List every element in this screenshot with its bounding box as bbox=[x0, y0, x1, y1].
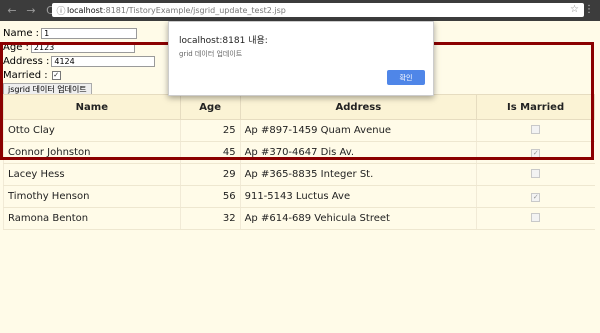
dialog-message: grid 데이터 업데이트 bbox=[179, 50, 243, 58]
married-cell-checkbox: ✓ bbox=[531, 193, 541, 202]
cell-name: Timothy Henson bbox=[3, 185, 181, 208]
cell-name: Ramona Benton bbox=[3, 207, 181, 230]
dialog-title: localhost:8181 내용: bbox=[179, 36, 268, 46]
browser-menu-icon[interactable]: ⋮ bbox=[584, 4, 594, 15]
info-icon[interactable]: ⓘ bbox=[55, 4, 67, 17]
back-arrow-icon[interactable]: ← bbox=[5, 4, 19, 18]
dialog-ok-button[interactable]: 확인 bbox=[387, 70, 425, 85]
name-label: Name : bbox=[3, 27, 40, 39]
alert-dialog: localhost:8181 내용: grid 데이터 업데이트 확인 bbox=[168, 21, 434, 96]
married-cell-checkbox bbox=[531, 168, 541, 178]
cell-address: 911-5143 Luctus Ave bbox=[239, 185, 477, 208]
table-row[interactable]: Timothy Henson 56 911-5143 Luctus Ave ✓ bbox=[3, 185, 595, 208]
cell-age: 56 bbox=[179, 185, 241, 208]
cell-age: 29 bbox=[179, 163, 241, 186]
name-input[interactable] bbox=[41, 27, 138, 39]
address-bar[interactable]: ⓘ localhost:8181/TistoryExample/jsgrid_u… bbox=[52, 3, 584, 17]
cell-age: 32 bbox=[179, 207, 241, 230]
bookmark-star-icon[interactable]: ☆ bbox=[570, 4, 579, 15]
url-path: :8181/TistoryExample/jsgrid_update_test2… bbox=[102, 5, 286, 15]
table-row[interactable]: Ramona Benton 32 Ap #614-689 Vehicula St… bbox=[3, 207, 595, 230]
cell-name: Lacey Hess bbox=[3, 163, 181, 186]
url-host: localhost bbox=[67, 5, 103, 15]
married-cell-checkbox bbox=[531, 212, 541, 222]
browser-toolbar: ← → C ⓘ localhost:8181/TistoryExample/js… bbox=[0, 0, 600, 21]
cell-address: Ap #614-689 Vehicula Street bbox=[239, 207, 477, 230]
table-row[interactable]: Lacey Hess 29 Ap #365-8835 Integer St. bbox=[3, 163, 595, 186]
cell-address: Ap #365-8835 Integer St. bbox=[239, 163, 477, 186]
forward-arrow-icon[interactable]: → bbox=[24, 4, 38, 18]
